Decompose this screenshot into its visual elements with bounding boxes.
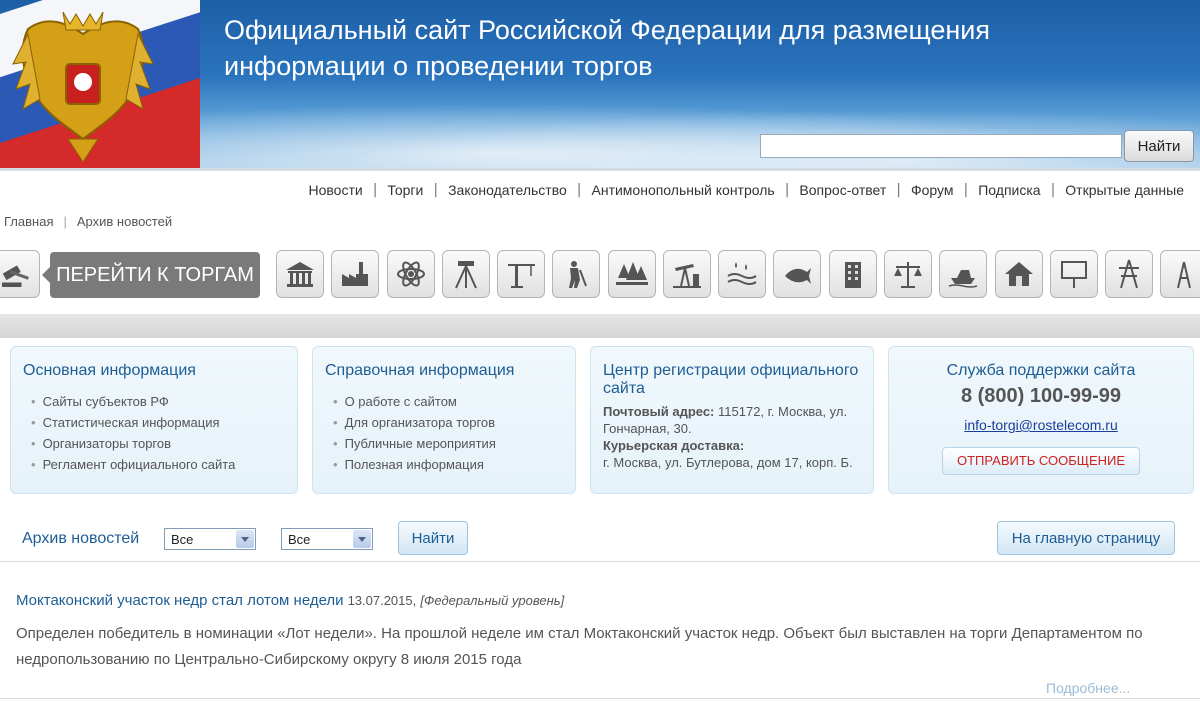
breadcrumb-separator: | [63,214,67,229]
surveying-icon[interactable] [442,250,490,298]
forest-icon[interactable] [608,250,656,298]
skyscraper-icon[interactable] [829,250,877,298]
atom-icon[interactable] [387,250,435,298]
nav-separator: | [372,181,378,198]
nav-separator: | [433,181,439,198]
chevron-down-icon [236,530,254,548]
coat-of-arms-icon [12,11,154,163]
gavel-icon[interactable] [0,250,40,298]
nav-separator: | [896,181,901,198]
news-summary: Определен победитель в номинации «Лот не… [16,625,1143,668]
news-level: [Федеральный уровень] [420,593,565,608]
nav-separator: | [784,181,790,198]
house-icon[interactable] [995,250,1043,298]
home-page-button[interactable]: На главную страницу [997,521,1175,555]
site-title: Официальный сайт Российской Федерации дл… [224,12,1124,84]
support-box: Служба поддержки сайта 8 (800) 100-99-99… [888,346,1194,494]
news-archive-label: Архив новостей [22,530,140,547]
news-date: 13.07.2015, [347,593,417,608]
period-select-value: Все [288,532,311,547]
nav-separator: | [576,181,582,198]
nav-legislation[interactable]: Законодательство [448,182,567,198]
nav-auctions[interactable]: Торги [387,182,423,198]
main-info-title: Основная информация [23,362,196,379]
period-select[interactable]: Все [281,528,373,550]
nav-open-data[interactable]: Открытые данные [1065,182,1184,198]
support-phone: 8 (800) 100-99-99 [960,385,1122,407]
reference-info-link[interactable]: Для организатора торгов [333,412,575,433]
water-icon[interactable] [718,250,766,298]
breadcrumb-home[interactable]: Главная [4,214,53,229]
filter-find-button[interactable]: Найти [398,521,468,555]
registration-center-title: Центр регистрации официального сайта [603,362,859,397]
title-line-2: информации о проведении торгов [224,51,653,81]
nav-antimonopoly[interactable]: Антимонопольный контроль [592,182,775,198]
courier-address-value: г. Москва, ул. Бутлерова, дом 17, корп. … [603,455,853,470]
category-icon-row: ПЕРЕЙТИ К ТОРГАМ [0,248,1200,304]
scales-icon[interactable] [884,250,932,298]
breadcrumb: Главная | Архив новостей [4,214,172,229]
search-input[interactable] [760,134,1122,158]
send-message-button[interactable]: ОТПРАВИТЬ СООБЩЕНИЕ [942,447,1140,475]
region-select-value: Все [171,532,194,547]
main-info-link[interactable]: Сайты субъектов РФ [31,391,297,412]
reference-info-link[interactable]: Публичные мероприятия [333,433,575,454]
courier-address-label: Курьерская доставка: [603,438,745,453]
search-button[interactable]: Найти [1124,130,1194,162]
region-select[interactable]: Все [164,528,256,550]
nav-separator: | [1050,181,1056,198]
postal-address: Почтовый адрес: 115172, г. Москва, ул. Г… [603,403,863,437]
crane-icon[interactable] [497,250,545,298]
divider [0,698,1200,699]
read-more-link[interactable]: Подробнее... [1046,680,1130,696]
main-info-link[interactable]: Регламент официального сайта [31,454,297,475]
nav-forum[interactable]: Форум [911,182,954,198]
reference-info-title: Справочная информация [325,362,515,379]
factory-icon[interactable] [331,250,379,298]
breadcrumb-current: Архив новостей [76,214,173,229]
nav-subscription[interactable]: Подписка [978,182,1040,198]
nav-faq[interactable]: Вопрос-ответ [799,182,886,198]
support-title: Служба поддержки сайта [946,362,1136,379]
nav-separator: | [963,181,969,198]
nav-news[interactable]: Новости [308,182,362,198]
separator-bar [0,314,1200,338]
site-header: Официальный сайт Российской Федерации дл… [0,0,1200,168]
reference-info-link[interactable]: О работе с сайтом [333,391,575,412]
support-email-link[interactable]: info-torgi@rostelecom.ru [889,417,1193,433]
antenna-icon[interactable] [1160,250,1200,298]
billboard-icon[interactable] [1050,250,1098,298]
courier-address: Курьерская доставка: г. Москва, ул. Бутл… [603,437,863,471]
reference-info-link[interactable]: Полезная информация [333,454,575,475]
go-to-auctions-button[interactable]: ПЕРЕЙТИ К ТОРГАМ [42,252,260,298]
oil-pump-icon[interactable] [663,250,711,298]
reference-info-box: Справочная информация О работе с сайтом … [312,346,576,494]
title-line-1: Официальный сайт Российской Федерации дл… [224,15,991,45]
geologist-icon[interactable] [552,250,600,298]
chevron-down-icon [353,530,371,548]
fish-icon[interactable] [773,250,821,298]
building-icon[interactable] [276,250,324,298]
news-item-header: Моктаконский участок недр стал лотом нед… [16,592,564,609]
news-title-link[interactable]: Моктаконский участок недр стал лотом нед… [16,592,344,609]
registration-center-box: Центр регистрации официального сайта Поч… [590,346,874,494]
main-info-box: Основная информация Сайты субъектов РФ С… [10,346,298,494]
main-info-link[interactable]: Организаторы торгов [31,433,297,454]
boat-icon[interactable] [939,250,987,298]
postal-address-label: Почтовый адрес: [603,404,715,419]
power-line-icon[interactable] [1105,250,1153,298]
top-navigation: Новости | Торги | Законодательство | Антимо… [0,168,1200,208]
news-filter-bar: Архив новостей Все Все Найти На главную … [0,516,1200,562]
main-info-link[interactable]: Статистическая информация [31,412,297,433]
